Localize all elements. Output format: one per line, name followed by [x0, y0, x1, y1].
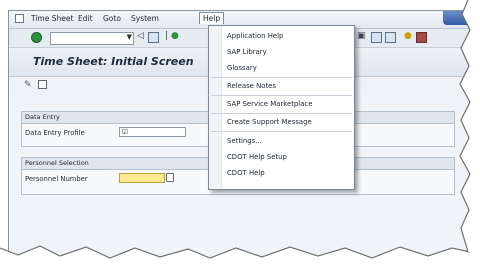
screenshot: Time Sheet Edit Goto System Help ▼ ◁ | ●…: [0, 0, 480, 277]
torn-edge-decoration: [0, 0, 480, 277]
